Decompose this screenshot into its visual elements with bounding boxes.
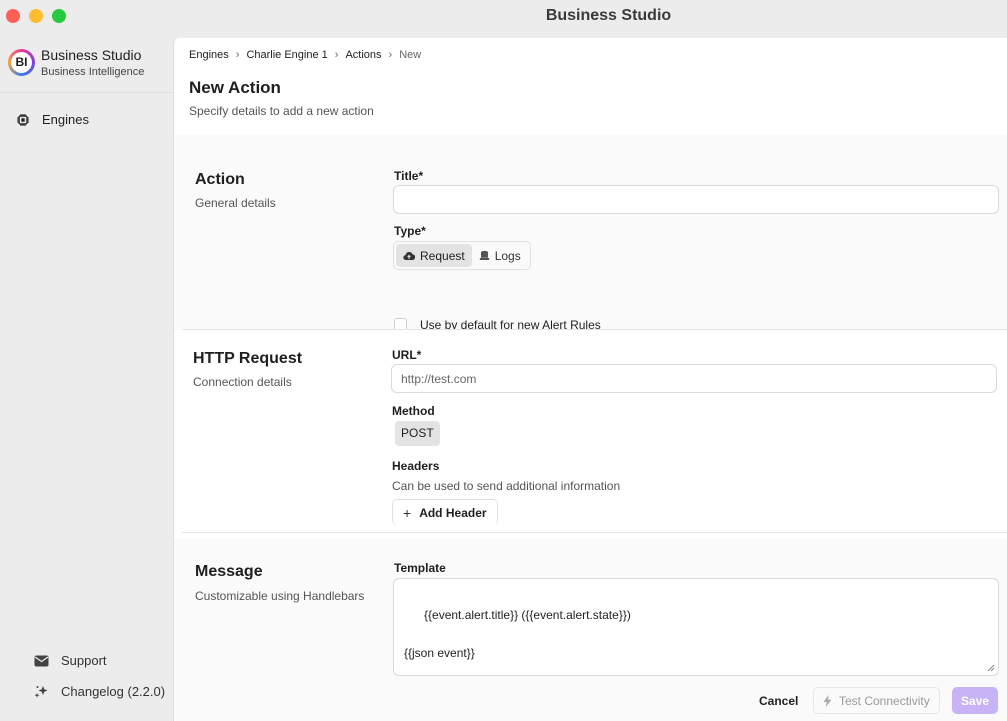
action-section-title: Action [195, 171, 245, 188]
title-bar: Business Studio [0, 0, 1007, 34]
template-text: {{event.alert.title}} ({{event.alert.sta… [404, 608, 631, 660]
http-section-subtitle: Connection details [193, 375, 292, 389]
page-title: New Action [189, 78, 281, 97]
support-link[interactable]: Support [34, 653, 107, 668]
chevron-right-icon: › [235, 49, 240, 61]
type-label: Type* [394, 224, 426, 238]
headers-label: Headers [392, 459, 440, 473]
url-input[interactable] [391, 364, 997, 393]
action-section-subtitle: General details [195, 196, 276, 210]
type-request-label: Request [420, 248, 465, 263]
type-logs-label: Logs [494, 248, 521, 263]
window-title: Business Studio [545, 7, 672, 24]
http-request-section: HTTP Request Connection details URL* Met… [174, 330, 1007, 533]
support-label: Support [61, 653, 107, 668]
sidebar: BI Business Studio Business Intelligence… [0, 34, 172, 721]
breadcrumb-current: New [399, 49, 422, 61]
chip-icon [17, 113, 29, 126]
headers-hint: Can be used to send additional informati… [392, 479, 621, 493]
add-header-label: Add Header [419, 505, 487, 520]
breadcrumb-actions[interactable]: Actions [345, 49, 381, 61]
cancel-button[interactable]: Cancel [759, 694, 798, 708]
sidebar-item-engines[interactable]: Engines [16, 112, 89, 127]
test-connectivity-button[interactable]: Test Connectivity [813, 687, 940, 714]
changelog-label: Changelog (2.2.0) [61, 684, 166, 699]
database-icon [479, 250, 489, 260]
brand-subtitle: Business Intelligence [41, 66, 145, 78]
app-logo: BI [8, 49, 35, 76]
main-content: Engines › Charlie Engine 1 › Actions › N… [173, 38, 1007, 721]
http-section-title: HTTP Request [193, 350, 303, 367]
chevron-right-icon: › [334, 49, 339, 61]
title-input[interactable] [393, 185, 999, 214]
chevron-right-icon: › [388, 49, 393, 61]
sidebar-divider [0, 92, 172, 93]
logo-text: BI [11, 52, 32, 73]
title-label: Title* [394, 169, 424, 183]
section-divider [182, 532, 1007, 533]
method-post-button[interactable]: POST [395, 421, 440, 446]
brand-name: Business Studio [41, 47, 142, 63]
page-subtitle: Specify details to add a new action [189, 104, 374, 118]
message-section-subtitle: Customizable using Handlebars [195, 589, 365, 603]
type-logs-option[interactable]: Logs [472, 244, 528, 267]
message-section-title: Message [195, 563, 263, 580]
template-textarea[interactable]: {{event.alert.title}} ({{event.alert.sta… [393, 578, 999, 676]
breadcrumb: Engines › Charlie Engine 1 › Actions › N… [189, 49, 421, 61]
type-segmented-control: Request Logs [393, 241, 531, 270]
envelope-icon [34, 655, 49, 666]
breadcrumb-engines[interactable]: Engines [189, 49, 229, 61]
sidebar-item-label: Engines [42, 112, 89, 127]
save-button[interactable]: Save [952, 687, 998, 714]
type-request-option[interactable]: Request [396, 244, 472, 267]
action-section: Action General details Title* Type* Requ… [174, 135, 1007, 332]
test-connectivity-label: Test Connectivity [839, 693, 930, 708]
plus-icon: + [403, 504, 412, 521]
add-header-button[interactable]: + Add Header [392, 499, 498, 525]
lightning-icon [823, 694, 832, 707]
breadcrumb-engine[interactable]: Charlie Engine 1 [246, 49, 327, 61]
template-label: Template [394, 561, 446, 575]
resize-grip-icon[interactable] [987, 664, 995, 672]
cloud-upload-icon [403, 251, 415, 260]
changelog-link[interactable]: Changelog (2.2.0) [34, 684, 165, 699]
sparkles-icon [34, 686, 48, 698]
message-section: Message Customizable using Handlebars Te… [174, 538, 1007, 721]
method-label: Method [392, 404, 435, 418]
url-label: URL* [392, 348, 422, 362]
